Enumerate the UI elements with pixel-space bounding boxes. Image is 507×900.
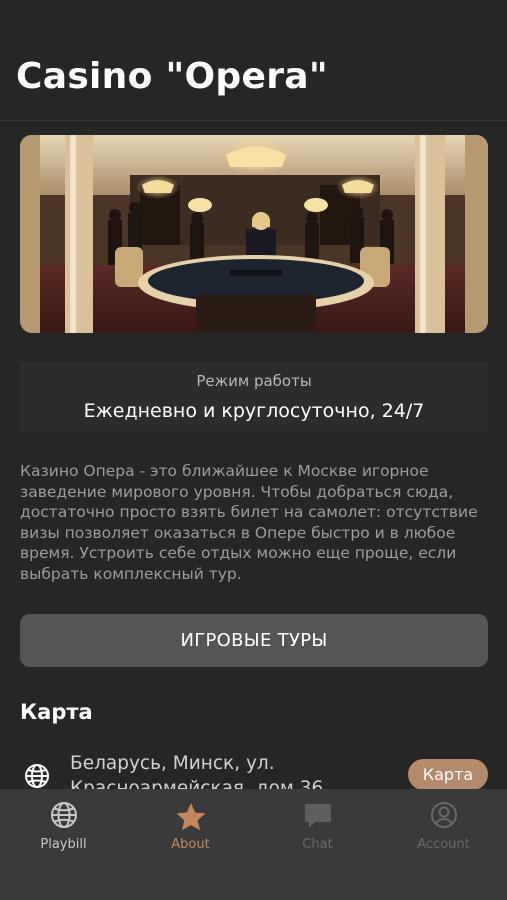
page-title: Casino "Opera" xyxy=(16,56,328,97)
chat-icon xyxy=(303,801,333,835)
casino-hall-illustration xyxy=(20,135,488,333)
account-icon xyxy=(430,801,458,833)
map-button[interactable]: Карта xyxy=(408,759,488,790)
tab-chat-label: Chat xyxy=(302,837,333,852)
address-row: Беларусь, Минск, ул. Красноармейская, до… xyxy=(0,745,507,790)
globe-icon xyxy=(24,763,50,790)
globe-icon xyxy=(50,801,78,833)
address-text: Беларусь, Минск, ул. Красноармейская, до… xyxy=(70,753,324,790)
tab-about[interactable]: About xyxy=(127,789,254,869)
working-hours-label: Режим работы xyxy=(196,372,312,390)
tab-about-label: About xyxy=(171,837,210,852)
tab-chat[interactable]: Chat xyxy=(254,789,381,869)
tab-playbill[interactable]: Playbill xyxy=(0,789,127,869)
working-hours-value: Ежедневно и круглосуточно, 24/7 xyxy=(83,400,425,422)
casino-description: Казино Опера - это ближайшее к Москве иг… xyxy=(20,462,478,583)
tab-account-label: Account xyxy=(417,837,470,852)
map-section-heading: Карта xyxy=(20,700,93,724)
tab-bar: Playbill About Chat Account xyxy=(0,789,507,900)
tab-account[interactable]: Account xyxy=(380,789,507,869)
casino-hero-image xyxy=(20,135,488,333)
tab-playbill-label: Playbill xyxy=(40,837,87,852)
header: Casino "Opera" xyxy=(0,0,507,121)
star-icon xyxy=(175,801,207,837)
working-hours-card: Режим работы Ежедневно и круглосуточно, … xyxy=(20,362,488,432)
game-tours-button[interactable]: ИГРОВЫЕ ТУРЫ xyxy=(20,614,488,667)
